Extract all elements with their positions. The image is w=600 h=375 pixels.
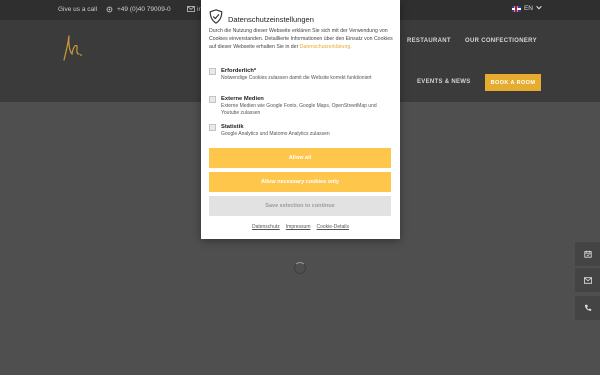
cookie-consent-dialog: Datenschutzeinstellungen Durch die Nutzu… (201, 0, 400, 239)
call-label: Give us a call (58, 6, 98, 13)
phone-number-link[interactable]: +49 (0)40 79009-0 (117, 6, 171, 13)
email-button[interactable] (575, 268, 600, 292)
phone-icon (106, 6, 113, 15)
phone-icon (584, 299, 592, 317)
chevron-down-icon (536, 5, 542, 12)
shield-check-icon (209, 9, 223, 29)
uk-flag-icon (511, 5, 521, 12)
privacy-policy-link[interactable]: Datenschutzerklärung. (300, 44, 352, 50)
option-description: Externe Medien wie Google Fonts, Google … (221, 103, 377, 116)
statistics-checkbox[interactable] (209, 124, 216, 131)
loading-spinner-icon (294, 262, 306, 274)
dialog-footer-links: Datenschutz Impressum Cookie-Details (201, 224, 400, 230)
option-statistics: Statistik Google Analytics und Matomo An… (209, 124, 393, 138)
dialog-intro: Durch die Nutzung dieser Webseite erklär… (209, 28, 393, 51)
book-room-button[interactable]: BOOK A ROOM (485, 74, 541, 91)
nav-restaurant[interactable]: RESTAURANT (407, 38, 451, 44)
language-switcher[interactable]: EN (511, 5, 542, 12)
nav-events-news[interactable]: EVENTS & NEWS (417, 79, 471, 85)
nav-confectionery[interactable]: OUR CONFECTIONERY (465, 38, 537, 44)
mail-icon (187, 6, 195, 14)
dialog-title: Datenschutzeinstellungen (228, 14, 314, 24)
save-selection-button[interactable]: Save selection to continue (209, 196, 391, 216)
language-label: EN (523, 5, 533, 12)
calendar-button[interactable] (575, 242, 600, 266)
phone-button[interactable] (575, 296, 600, 320)
option-description: Google Analytics und Matomo Analytics zu… (221, 131, 330, 137)
logo[interactable] (58, 30, 88, 68)
option-title: Externe Medien (221, 96, 264, 102)
option-title: Statistik (221, 124, 244, 130)
dialog-header: Datenschutzeinstellungen (209, 9, 314, 29)
privacy-link[interactable]: Datenschutz (252, 224, 280, 230)
external-media-checkbox[interactable] (209, 96, 216, 103)
allow-necessary-button[interactable]: Allow necessary cookies only (209, 172, 391, 192)
allow-all-button[interactable]: Allow all (209, 148, 391, 168)
mail-icon (583, 271, 592, 289)
option-external-media: Externe Medien Externe Medien wie Google… (209, 96, 393, 117)
required-checkbox[interactable] (209, 68, 216, 75)
option-description: Notwendige Cookies zulassen damit die We… (221, 75, 372, 81)
imprint-link[interactable]: Impressum (286, 224, 311, 230)
calendar-icon (583, 245, 592, 263)
option-required: Erforderlich* Notwendige Cookies zulasse… (209, 68, 393, 82)
cookie-details-link[interactable]: Cookie-Details (317, 224, 350, 230)
option-title: Erforderlich* (221, 68, 257, 74)
